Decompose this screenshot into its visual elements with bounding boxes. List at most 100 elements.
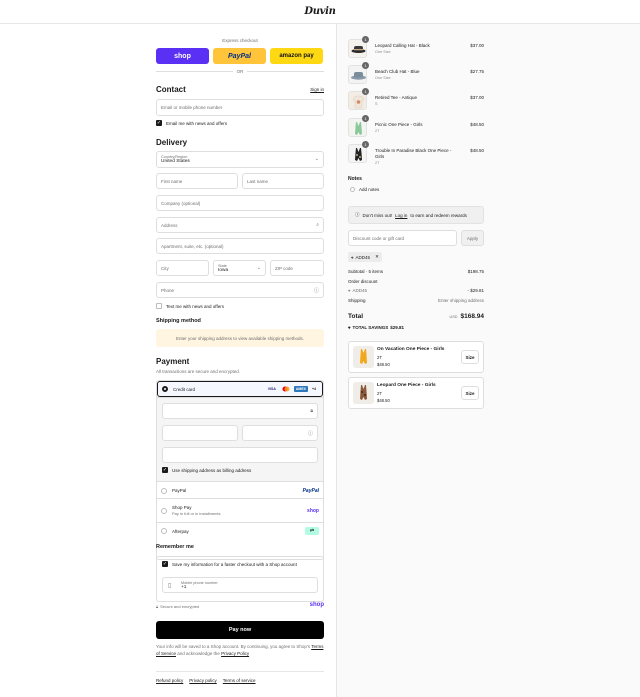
quantity-badge: 1 (362, 115, 369, 122)
shop-pay-button[interactable]: shop (156, 48, 209, 64)
refund-policy-link[interactable]: Refund policy (156, 678, 183, 683)
help-icon[interactable]: ⓘ (308, 430, 313, 437)
shipping-label: Shipping (348, 298, 366, 303)
upsell-card: Leopard One Piece - Girls 2T $48.50 Size (348, 377, 484, 409)
total-row: Total USD $168.94 (348, 313, 484, 320)
payment-methods: Credit card VISA AMEX +4 🔒︎ ⓘ ✓ Use ship… (156, 380, 324, 560)
payment-option-credit-card[interactable]: Credit card VISA AMEX +4 (157, 381, 323, 397)
upsell-variant: 2T (377, 391, 382, 396)
size-button[interactable]: Size (461, 386, 479, 400)
quantity-badge: 1 (362, 62, 369, 69)
amex-icon: AMEX (293, 386, 308, 392)
save-info-label: Save my information for a faster checkou… (172, 561, 297, 567)
state-select[interactable]: State Iowa ⌄ (213, 260, 266, 276)
order-discount-label: Order discount (348, 279, 378, 284)
discount-code-field[interactable]: Discount code or gift card (348, 230, 457, 246)
signin-link[interactable]: Sign in (310, 87, 324, 92)
radio-icon[interactable] (161, 487, 167, 494)
paypal-option-label: PayPal (172, 488, 187, 493)
item-name: Leopard Calling Hat - Black (375, 43, 430, 48)
footer-links: Refund policy Privacy policy Terms of se… (156, 678, 256, 683)
name-on-card-field[interactable] (162, 447, 318, 463)
address-placeholder: Address (161, 222, 178, 228)
company-field[interactable]: Company (optional) (156, 195, 324, 211)
text-me-checkbox-row[interactable]: Text me with news and offers (156, 303, 224, 309)
rewards-text-1: Don't miss out! (362, 212, 393, 218)
terms-of-service-footer-link[interactable]: Terms of service (223, 678, 256, 683)
amazon-pay-button[interactable]: amazon pay (270, 48, 323, 64)
news-checkbox-row[interactable]: ✓ Email me with news and offers (156, 120, 227, 126)
item-price: $48.50 (470, 122, 484, 127)
pay-now-button[interactable]: Pay now (156, 621, 324, 639)
upsell-variant: 2T (377, 355, 382, 360)
radio-selected-icon[interactable] (162, 386, 168, 392)
checkbox-unchecked-icon[interactable] (156, 303, 162, 309)
item-variant: One Size (375, 76, 391, 80)
checkbox-checked-icon[interactable]: ✓ (162, 561, 168, 567)
card-number-field[interactable]: 🔒︎ (162, 403, 318, 419)
discount-tag: ⌖ ADD45 ✕ (348, 252, 382, 262)
text-me-label: Text me with news and offers (166, 303, 224, 309)
apply-button[interactable]: Apply (461, 230, 484, 246)
email-field[interactable]: Email or mobile phone number (156, 99, 324, 116)
item-variant: 2T (375, 129, 380, 133)
mastercard-icon (280, 386, 292, 392)
upsell-price: $48.50 (377, 398, 390, 403)
last-name-field[interactable]: Last name (242, 173, 324, 189)
apartment-field[interactable]: Apartment, suite, etc. (optional) (156, 238, 324, 254)
total-label: Total (348, 313, 364, 320)
security-code-field[interactable]: ⓘ (242, 425, 318, 441)
paypal-button[interactable]: PayPal (213, 48, 266, 64)
shop-pay-label: Shop Pay (172, 505, 192, 510)
billing-checkbox-row[interactable]: ✓ Use shipping address as billing addres… (162, 467, 251, 473)
checkbox-unchecked-icon[interactable] (350, 187, 355, 192)
lock-icon: 🔒︎ (156, 604, 159, 609)
visa-icon: VISA (267, 387, 276, 391)
cart-item: 1 Leopard Calling Hat - Black One Size $… (348, 36, 484, 63)
address-field[interactable]: Address ⌕ (156, 217, 324, 233)
phone-placeholder: Phone (161, 287, 175, 293)
payment-option-shop-pay[interactable]: Shop Pay Pay in full or in installments … (157, 499, 323, 523)
checkbox-checked-icon[interactable]: ✓ (156, 120, 162, 126)
savings-value: $29.81 (390, 325, 404, 330)
city-field[interactable]: City (156, 260, 209, 276)
help-icon[interactable]: ⓘ (314, 287, 319, 294)
mobile-phone-field[interactable]: ▯ Mobile phone number +1 (162, 577, 318, 593)
expiration-field[interactable] (162, 425, 238, 441)
close-icon[interactable]: ✕ (375, 254, 379, 260)
country-select[interactable]: Country/Region United States ⌄ (156, 151, 324, 168)
zip-field[interactable]: ZIP code (270, 260, 324, 276)
save-info-checkbox-row[interactable]: ✓ Save my information for a faster check… (162, 561, 297, 567)
item-price: $27.75 (470, 69, 484, 74)
state-value: Iowa (218, 267, 229, 273)
quantity-badge: 1 (362, 141, 369, 148)
login-link[interactable]: Log in (395, 213, 407, 218)
rewards-banner: ⓘ Don't miss out! Log in to earn and red… (348, 206, 484, 224)
contact-heading: Contact (156, 85, 186, 94)
paypal-logo: PayPal (302, 487, 319, 494)
size-button[interactable]: Size (461, 350, 479, 364)
phone-field[interactable]: Phone ⓘ (156, 282, 324, 298)
secure-label: Secure and encrypted (160, 604, 200, 609)
order-discount-row: Order discount (348, 279, 484, 284)
radio-icon[interactable] (161, 528, 167, 534)
upsell-price: $48.50 (377, 362, 390, 367)
add-notes-toggle[interactable]: Add notes (350, 187, 379, 192)
product-thumbnail (353, 346, 374, 368)
privacy-policy-link[interactable]: Privacy Policy (221, 651, 249, 656)
brand-logo[interactable]: Duvin (304, 6, 336, 17)
cart-item: 1 Trouble In Paradise Black One Piece - … (348, 141, 484, 174)
discount-tag-code: ADD45 (355, 254, 371, 260)
payment-option-paypal[interactable]: PayPal PayPal (157, 483, 323, 499)
checkbox-checked-icon[interactable]: ✓ (162, 467, 168, 473)
savings-label: TOTAL SAVINGS (352, 325, 389, 330)
payment-heading: Payment (156, 357, 190, 366)
payment-option-afterpay[interactable]: Afterpay ⇄ (157, 523, 323, 539)
currency-code: USD (449, 315, 458, 319)
item-name: Picnic One Piece - Girls (375, 122, 423, 127)
radio-icon[interactable] (161, 507, 167, 514)
card-brand-icons: VISA AMEX +4 (266, 386, 318, 392)
privacy-policy-footer-link[interactable]: Privacy policy (189, 678, 217, 683)
remember-me-box: ✓ Save my information for a faster check… (156, 556, 324, 602)
first-name-field[interactable]: First name (156, 173, 238, 189)
